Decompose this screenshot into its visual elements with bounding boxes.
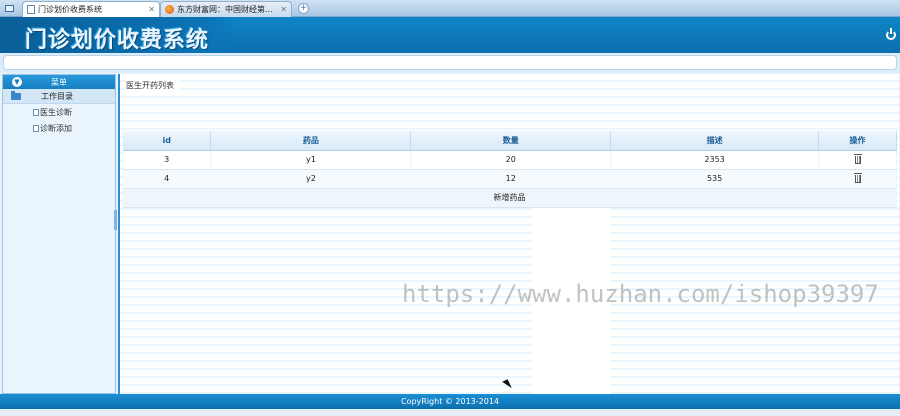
collapse-icon[interactable]: ▼ xyxy=(12,77,22,87)
footer: CopyRight © 2013-2014 xyxy=(0,394,900,409)
toolbar-inner xyxy=(3,55,897,70)
sidebar: ▼ 菜单 工作目录 医生诊断 诊断添加 xyxy=(2,74,116,394)
copyright-text: CopyRight © 2013-2014 xyxy=(400,397,500,406)
logo-area: 门诊划价收费系统 xyxy=(0,17,240,53)
close-tab-icon[interactable]: ✕ xyxy=(148,5,155,14)
new-tab-icon[interactable]: + xyxy=(298,3,309,14)
browser-tab-inactive[interactable]: 东方财富网：中国财经第... ✕ xyxy=(160,1,292,17)
browser-menu-icon[interactable] xyxy=(0,0,18,16)
cell-drug: y1 xyxy=(210,150,412,170)
column-header-quantity[interactable]: 数量 xyxy=(410,131,612,151)
document-icon xyxy=(33,124,39,132)
cell-description: 2353 xyxy=(610,150,820,170)
close-tab-icon[interactable]: ✕ xyxy=(280,5,287,14)
cell-quantity: 20 xyxy=(410,150,612,170)
tab-title: 东方财富网：中国财经第... xyxy=(177,5,273,14)
table-header-row: id 药品 数量 描述 操作 xyxy=(123,131,897,151)
tab-title: 门诊划价收费系统 xyxy=(38,5,102,14)
sidebar-group-label: 工作目录 xyxy=(41,91,73,101)
trash-icon[interactable] xyxy=(853,172,862,183)
cell-actions xyxy=(818,169,897,189)
sidebar-header[interactable]: ▼ 菜单 xyxy=(3,75,115,89)
site-favicon-icon xyxy=(165,5,174,14)
prescription-table: id 药品 数量 描述 操作 3 y1 20 2353 4 y2 12 535 xyxy=(123,131,897,208)
main-content: 医生开药列表 id 药品 数量 描述 操作 3 y1 20 2353 4 y2 … xyxy=(118,74,899,394)
column-header-id[interactable]: id xyxy=(123,131,212,151)
cell-actions xyxy=(818,150,897,170)
sidebar-item-diagnosis[interactable]: 医生诊断 xyxy=(3,104,115,120)
document-icon xyxy=(33,108,39,116)
cell-id: 3 xyxy=(123,150,212,170)
cell-quantity: 12 xyxy=(410,169,612,189)
sidebar-item-add-diagnosis[interactable]: 诊断添加 xyxy=(3,120,115,136)
app-header: 门诊划价收费系统 xyxy=(0,17,900,53)
folder-icon xyxy=(11,90,21,100)
table-row[interactable]: 4 y2 12 535 xyxy=(123,169,897,189)
cell-drug: y2 xyxy=(210,169,412,189)
table-row[interactable]: 3 y1 20 2353 xyxy=(123,150,897,170)
sidebar-splitter[interactable] xyxy=(114,210,117,230)
sidebar-group-work[interactable]: 工作目录 xyxy=(3,89,115,104)
watermark: https://www.huzhan.com/ishop39397 xyxy=(402,280,879,308)
add-drug-link[interactable]: 新增药品 xyxy=(123,188,897,208)
app-logo: 门诊划价收费系统 xyxy=(25,27,210,53)
browser-tab-strip: 门诊划价收费系统 ✕ 东方财富网：中国财经第... ✕ + xyxy=(0,0,900,17)
power-icon[interactable] xyxy=(886,28,896,40)
browser-tab-active[interactable]: 门诊划价收费系统 ✕ xyxy=(22,1,160,17)
trash-icon[interactable] xyxy=(853,153,862,164)
add-row: 新增药品 xyxy=(123,188,897,208)
sidebar-item-label: 医生诊断 xyxy=(40,107,72,117)
breadcrumb: 医生开药列表 xyxy=(126,80,180,91)
status-strip xyxy=(0,409,900,416)
background-stripes xyxy=(120,74,899,394)
cell-id: 4 xyxy=(123,169,212,189)
sidebar-item-label: 诊断添加 xyxy=(40,123,72,133)
cell-description: 535 xyxy=(610,169,820,189)
sidebar-title: 菜单 xyxy=(51,77,67,87)
column-header-description[interactable]: 描述 xyxy=(610,131,820,151)
page-icon xyxy=(27,5,35,14)
toolbar-bar xyxy=(0,53,900,73)
column-header-actions: 操作 xyxy=(818,131,897,151)
column-header-drug[interactable]: 药品 xyxy=(210,131,412,151)
